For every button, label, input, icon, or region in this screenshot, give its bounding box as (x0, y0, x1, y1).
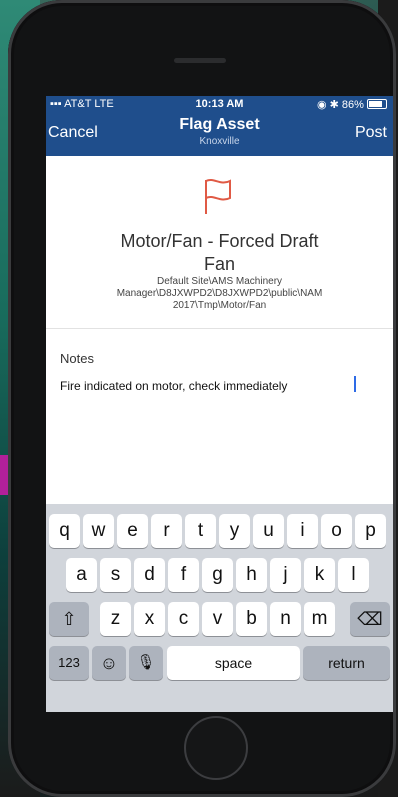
key-h[interactable]: h (236, 558, 267, 592)
key-e[interactable]: e (117, 514, 148, 548)
divider (46, 328, 393, 329)
return-key[interactable]: return (303, 646, 390, 680)
key-x[interactable]: x (134, 602, 165, 636)
asset-path: Default Site\AMS Machinery Manager\D8JXW… (76, 276, 363, 312)
key-f[interactable]: f (168, 558, 199, 592)
key-a[interactable]: a (66, 558, 97, 592)
asset-title-line2: Fan (203, 254, 236, 274)
phone-frame: ▪▪▪ AT&T LTE 10:13 AM ◉ ✱ 86% Cancel Fla… (8, 0, 396, 797)
key-l[interactable]: l (338, 558, 369, 592)
notes-field[interactable] (60, 376, 380, 396)
battery-icon (367, 99, 387, 109)
key-y[interactable]: y (219, 514, 250, 548)
key-r[interactable]: r (151, 514, 182, 548)
page-subtitle: Knoxville (199, 136, 240, 147)
key-m[interactable]: m (304, 602, 335, 636)
post-button[interactable]: Post (355, 124, 387, 142)
asset-title-line1: Motor/Fan - Forced Draft (120, 231, 319, 251)
numbers-key[interactable]: 123 (49, 646, 89, 680)
key-k[interactable]: k (304, 558, 335, 592)
home-button[interactable] (184, 716, 248, 780)
text-caret (354, 376, 356, 392)
asset-path-line2: Manager\D8JXWPD2\D8JXWPD2\public\NAM (116, 288, 323, 299)
key-d[interactable]: d (134, 558, 165, 592)
space-key[interactable]: space (167, 646, 300, 680)
key-u[interactable]: u (253, 514, 284, 548)
key-s[interactable]: s (100, 558, 131, 592)
app-screen: ▪▪▪ AT&T LTE 10:13 AM ◉ ✱ 86% Cancel Fla… (46, 96, 393, 712)
key-t[interactable]: t (185, 514, 216, 548)
rotation-lock-icon: ◉ (316, 99, 327, 111)
status-right: ◉ ✱ 86% (317, 98, 387, 111)
bluetooth-icon: ✱ (329, 99, 339, 111)
key-o[interactable]: o (321, 514, 352, 548)
phone-speaker (174, 58, 226, 63)
status-bar: ▪▪▪ AT&T LTE 10:13 AM ◉ ✱ 86% (46, 96, 393, 112)
key-g[interactable]: g (202, 558, 233, 592)
shift-key[interactable]: ⇧ (49, 602, 89, 636)
asset-title: Motor/Fan - Forced Draft Fan (86, 230, 353, 276)
notes-label: Notes (60, 351, 94, 366)
emoji-key[interactable]: ☺ (92, 646, 126, 680)
key-w[interactable]: w (83, 514, 114, 548)
mic-key[interactable]: 🎙 (129, 646, 163, 680)
key-j[interactable]: j (270, 558, 301, 592)
key-z[interactable]: z (100, 602, 131, 636)
delete-key[interactable]: ⌫ (350, 602, 390, 636)
asset-path-line1: Default Site\AMS Machinery (156, 276, 283, 287)
flag-icon (205, 179, 231, 214)
key-v[interactable]: v (202, 602, 233, 636)
key-p[interactable]: p (355, 514, 386, 548)
key-q[interactable]: q (49, 514, 80, 548)
key-i[interactable]: i (287, 514, 318, 548)
key-b[interactable]: b (236, 602, 267, 636)
keyboard: q w e r t y u i o p a s d f g h j k l ⇧ … (46, 504, 393, 712)
page-title: Flag Asset (179, 116, 260, 133)
key-c[interactable]: c (168, 602, 199, 636)
asset-path-line3: 2017\Tmp\Motor/Fan (172, 300, 267, 311)
battery-percent: 86% (341, 99, 364, 111)
key-n[interactable]: n (270, 602, 301, 636)
nav-bar: ▪▪▪ AT&T LTE 10:13 AM ◉ ✱ 86% Cancel Fla… (46, 96, 393, 156)
